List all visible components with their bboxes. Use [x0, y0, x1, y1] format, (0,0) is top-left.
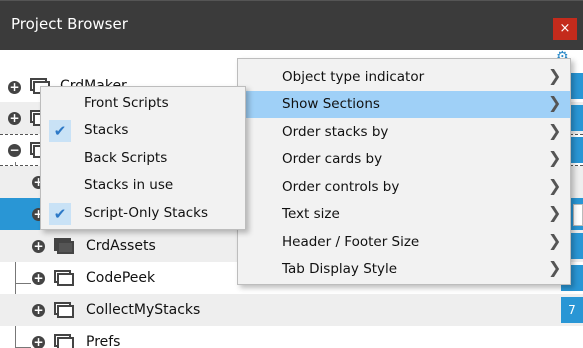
menu-item-label: Order stacks by	[282, 124, 389, 140]
expand-icon[interactable]: +	[32, 304, 45, 317]
menu-item-header-footer-size[interactable]: Header / Footer Size ❯	[238, 229, 570, 256]
chevron-right-icon: ❯	[548, 258, 562, 277]
expand-icon[interactable]: +	[8, 81, 21, 94]
chevron-right-icon: ❯	[548, 203, 562, 222]
tree-row[interactable]: + CollectMyStacks	[0, 294, 583, 326]
stack-icon	[54, 270, 74, 286]
chevron-right-icon: ❯	[548, 231, 562, 250]
menu-item-back-scripts[interactable]: Back Scripts	[41, 145, 245, 172]
expand-icon[interactable]: +	[32, 240, 45, 253]
stack-name: CollectMyStacks	[86, 302, 201, 318]
close-button[interactable]: ×	[553, 18, 577, 40]
menu-item-label: Text size	[282, 206, 340, 222]
menu-item-order-cards-by[interactable]: Order cards by ❯	[238, 146, 570, 173]
menu-item-text-size[interactable]: Text size ❯	[238, 201, 570, 228]
title-bar: Project Browser ×	[0, 0, 583, 50]
menu-item-tab-display-style[interactable]: Tab Display Style ❯	[238, 256, 570, 283]
chevron-right-icon: ❯	[548, 176, 562, 195]
expand-icon[interactable]: +	[32, 336, 45, 348]
menu-item-stacks[interactable]: ✔ Stacks	[41, 117, 245, 144]
menu-item-object-type-indicator[interactable]: Object type indicator ❯	[238, 64, 570, 91]
collapse-icon[interactable]: −	[8, 144, 21, 157]
menu-item-label: Stacks in use	[84, 177, 174, 193]
menu-item-label: Order controls by	[282, 179, 400, 195]
chevron-right-icon: ❯	[548, 148, 562, 167]
checkmark-icon: ✔	[49, 120, 71, 142]
checkmark-icon: ✔	[49, 203, 71, 225]
menu-item-show-sections[interactable]: Show Sections ❯	[244, 91, 570, 118]
row-field	[573, 204, 583, 226]
stack-type-menu: Front Scripts ✔ Stacks Back Scripts Stac…	[40, 86, 246, 230]
stack-name: CrdAssets	[86, 238, 156, 254]
menu-item-label: Show Sections	[282, 96, 380, 112]
expand-icon[interactable]: +	[32, 272, 45, 285]
menu-item-label: Script-Only Stacks	[84, 205, 209, 221]
menu-item-label: Stacks	[84, 122, 129, 138]
count-badge: 7	[561, 297, 583, 323]
expand-icon[interactable]: +	[8, 112, 21, 125]
menu-item-label: Back Scripts	[84, 150, 168, 166]
chevron-right-icon: ❯	[548, 93, 562, 112]
stack-name: CodePeek	[86, 270, 156, 286]
options-menu: Object type indicator ❯ Show Sections ❯ …	[237, 58, 571, 285]
stack-icon	[54, 334, 74, 348]
menu-item-label: Object type indicator	[282, 69, 425, 85]
tree-row[interactable]: + Prefs	[0, 326, 583, 348]
menu-item-order-stacks-by[interactable]: Order stacks by ❯	[238, 119, 570, 146]
menu-item-label: Front Scripts	[84, 95, 169, 111]
close-icon: ×	[559, 21, 571, 36]
stack-name: Prefs	[86, 334, 121, 348]
menu-item-front-scripts[interactable]: Front Scripts	[41, 90, 245, 117]
menu-item-label: Header / Footer Size	[282, 234, 420, 250]
chevron-right-icon: ❯	[548, 66, 562, 85]
menu-item-label: Tab Display Style	[282, 261, 398, 277]
menu-item-script-only-stacks[interactable]: ✔ Script-Only Stacks	[41, 200, 245, 227]
stack-icon	[54, 238, 74, 254]
window-title: Project Browser	[11, 15, 128, 33]
menu-item-order-controls-by[interactable]: Order controls by ❯	[238, 174, 570, 201]
menu-item-stacks-in-use[interactable]: Stacks in use	[41, 172, 245, 199]
chevron-right-icon: ❯	[548, 121, 562, 140]
menu-item-label: Order cards by	[282, 151, 383, 167]
title-bar-edge	[0, 0, 583, 1]
stack-icon	[54, 302, 74, 318]
